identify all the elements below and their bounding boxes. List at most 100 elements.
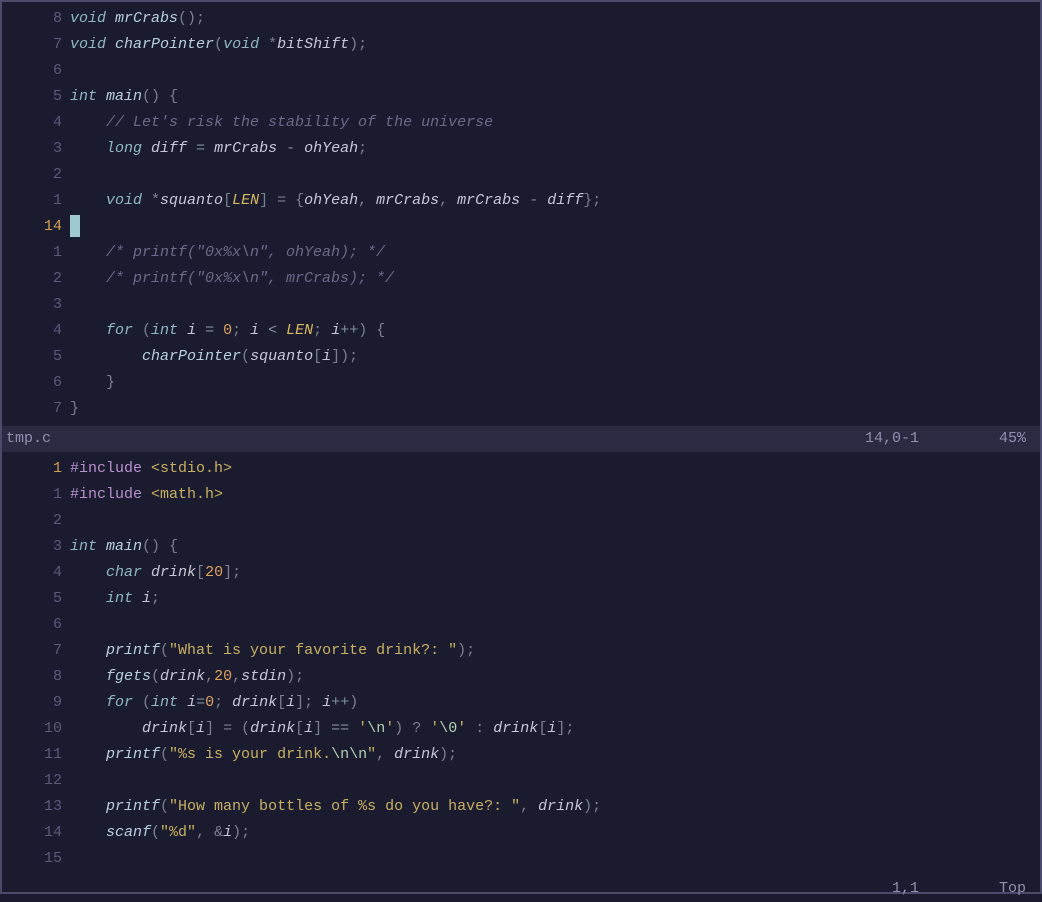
code-content[interactable] bbox=[70, 612, 1040, 638]
line-number: 7 bbox=[2, 396, 70, 422]
code-content[interactable]: // Let's risk the stability of the unive… bbox=[70, 110, 1040, 136]
code-content[interactable]: int main() { bbox=[70, 84, 1040, 110]
line-number: 15 bbox=[2, 846, 70, 872]
code-content[interactable]: int main() { bbox=[70, 534, 1040, 560]
line-number: 1 bbox=[2, 188, 70, 214]
line-number: 13 bbox=[2, 794, 70, 820]
code-line[interactable]: 13 printf("How many bottles of %s do you… bbox=[2, 794, 1040, 820]
line-number: 7 bbox=[2, 638, 70, 664]
code-line[interactable]: 11 printf("%s is your drink.\n\n", drink… bbox=[2, 742, 1040, 768]
code-content[interactable]: for (int i=0; drink[i]; i++) bbox=[70, 690, 1040, 716]
code-line[interactable]: 4 char drink[20]; bbox=[2, 560, 1040, 586]
code-content[interactable] bbox=[70, 214, 1040, 240]
code-content[interactable] bbox=[70, 292, 1040, 318]
code-line[interactable]: 8void mrCrabs(); bbox=[2, 6, 1040, 32]
top-statusline: tmp.c 14,0-1 45% bbox=[2, 426, 1040, 452]
code-content[interactable]: drink[i] = (drink[i] == '\n') ? '\0' : d… bbox=[70, 716, 1040, 742]
code-line[interactable]: 2 bbox=[2, 162, 1040, 188]
line-number: 2 bbox=[2, 162, 70, 188]
top-filename: tmp.c bbox=[6, 426, 51, 452]
bottom-code-area[interactable]: 1#include <stdio.h>1#include <math.h>23i… bbox=[2, 452, 1040, 876]
code-content[interactable]: int i; bbox=[70, 586, 1040, 612]
code-line[interactable]: 7void charPointer(void *bitShift); bbox=[2, 32, 1040, 58]
code-line[interactable]: 3 long diff = mrCrabs - ohYeah; bbox=[2, 136, 1040, 162]
line-number: 12 bbox=[2, 768, 70, 794]
code-content[interactable] bbox=[70, 162, 1040, 188]
top-cursor-pos: 14,0-1 bbox=[865, 426, 919, 452]
line-number: 3 bbox=[2, 292, 70, 318]
line-number: 1 bbox=[2, 482, 70, 508]
code-content[interactable]: printf("What is your favorite drink?: ")… bbox=[70, 638, 1040, 664]
code-line[interactable]: 10 drink[i] = (drink[i] == '\n') ? '\0' … bbox=[2, 716, 1040, 742]
code-line[interactable]: 5 charPointer(squanto[i]); bbox=[2, 344, 1040, 370]
line-number: 10 bbox=[2, 716, 70, 742]
bottom-percent: Top bbox=[999, 876, 1026, 902]
vim-editor: 8void mrCrabs();7void charPointer(void *… bbox=[2, 2, 1040, 892]
code-content[interactable]: /* printf("0x%x\n", mrCrabs); */ bbox=[70, 266, 1040, 292]
code-content[interactable]: printf("How many bottles of %s do you ha… bbox=[70, 794, 1040, 820]
code-line[interactable]: 7 printf("What is your favorite drink?: … bbox=[2, 638, 1040, 664]
code-line[interactable]: 1#include <math.h> bbox=[2, 482, 1040, 508]
code-content[interactable]: long diff = mrCrabs - ohYeah; bbox=[70, 136, 1040, 162]
line-number: 1 bbox=[2, 456, 70, 482]
code-line[interactable]: 14 bbox=[2, 214, 1040, 240]
code-content[interactable]: fgets(drink,20,stdin); bbox=[70, 664, 1040, 690]
bottom-cursor-pos: 1,1 bbox=[892, 876, 919, 902]
line-number: 4 bbox=[2, 560, 70, 586]
code-content[interactable]: charPointer(squanto[i]); bbox=[70, 344, 1040, 370]
code-line[interactable]: 9 for (int i=0; drink[i]; i++) bbox=[2, 690, 1040, 716]
code-content[interactable] bbox=[70, 508, 1040, 534]
code-content[interactable] bbox=[70, 768, 1040, 794]
code-line[interactable]: 2 /* printf("0x%x\n", mrCrabs); */ bbox=[2, 266, 1040, 292]
top-code-area[interactable]: 8void mrCrabs();7void charPointer(void *… bbox=[2, 2, 1040, 426]
code-line[interactable]: 3 bbox=[2, 292, 1040, 318]
line-number: 14 bbox=[2, 820, 70, 846]
code-line[interactable]: 1#include <stdio.h> bbox=[2, 456, 1040, 482]
code-line[interactable]: 8 fgets(drink,20,stdin); bbox=[2, 664, 1040, 690]
line-number: 4 bbox=[2, 110, 70, 136]
code-content[interactable]: for (int i = 0; i < LEN; i++) { bbox=[70, 318, 1040, 344]
code-content[interactable]: #include <math.h> bbox=[70, 482, 1040, 508]
code-line[interactable]: 2 bbox=[2, 508, 1040, 534]
line-number: 7 bbox=[2, 32, 70, 58]
code-line[interactable]: 6 bbox=[2, 58, 1040, 84]
code-line[interactable]: 4 for (int i = 0; i < LEN; i++) { bbox=[2, 318, 1040, 344]
code-line[interactable]: 6 bbox=[2, 612, 1040, 638]
code-line[interactable]: 5int main() { bbox=[2, 84, 1040, 110]
line-number: 5 bbox=[2, 344, 70, 370]
code-content[interactable]: } bbox=[70, 396, 1040, 422]
line-number: 8 bbox=[2, 664, 70, 690]
bottom-pane[interactable]: 1#include <stdio.h>1#include <math.h>23i… bbox=[2, 452, 1040, 902]
line-number: 6 bbox=[2, 370, 70, 396]
code-content[interactable]: char drink[20]; bbox=[70, 560, 1040, 586]
code-content[interactable] bbox=[70, 58, 1040, 84]
code-line[interactable]: 14 scanf("%d", &i); bbox=[2, 820, 1040, 846]
code-line[interactable]: 1 /* printf("0x%x\n", ohYeah); */ bbox=[2, 240, 1040, 266]
code-content[interactable] bbox=[70, 846, 1040, 872]
code-content[interactable]: /* printf("0x%x\n", ohYeah); */ bbox=[70, 240, 1040, 266]
line-number: 11 bbox=[2, 742, 70, 768]
line-number: 4 bbox=[2, 318, 70, 344]
code-content[interactable]: void *squanto[LEN] = {ohYeah, mrCrabs, m… bbox=[70, 188, 1040, 214]
line-number: 14 bbox=[2, 214, 70, 240]
code-line[interactable]: 4 // Let's risk the stability of the uni… bbox=[2, 110, 1040, 136]
code-content[interactable]: void charPointer(void *bitShift); bbox=[70, 32, 1040, 58]
top-percent: 45% bbox=[999, 426, 1026, 452]
code-content[interactable]: void mrCrabs(); bbox=[70, 6, 1040, 32]
bottom-statusline: 1,1 Top bbox=[2, 876, 1040, 902]
code-line[interactable]: 12 bbox=[2, 768, 1040, 794]
code-line[interactable]: 3int main() { bbox=[2, 534, 1040, 560]
code-line[interactable]: 7} bbox=[2, 396, 1040, 422]
line-number: 1 bbox=[2, 240, 70, 266]
code-content[interactable]: printf("%s is your drink.\n\n", drink); bbox=[70, 742, 1040, 768]
code-content[interactable]: #include <stdio.h> bbox=[70, 456, 1040, 482]
top-pane[interactable]: 8void mrCrabs();7void charPointer(void *… bbox=[2, 2, 1040, 452]
code-line[interactable]: 5 int i; bbox=[2, 586, 1040, 612]
code-content[interactable]: } bbox=[70, 370, 1040, 396]
code-line[interactable]: 6 } bbox=[2, 370, 1040, 396]
code-line[interactable]: 15 bbox=[2, 846, 1040, 872]
code-line[interactable]: 1 void *squanto[LEN] = {ohYeah, mrCrabs,… bbox=[2, 188, 1040, 214]
code-content[interactable]: scanf("%d", &i); bbox=[70, 820, 1040, 846]
line-number: 9 bbox=[2, 690, 70, 716]
line-number: 2 bbox=[2, 266, 70, 292]
